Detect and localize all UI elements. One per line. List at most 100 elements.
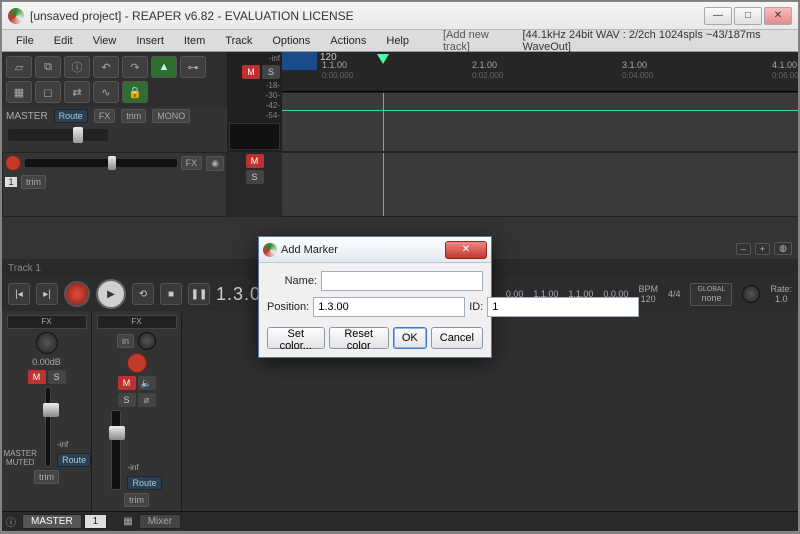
menu-file[interactable]: File: [6, 35, 44, 47]
mixer-t1-fx[interactable]: FX: [97, 315, 177, 329]
menu-actions[interactable]: Actions: [320, 35, 376, 47]
mixer-master-trim[interactable]: trim: [34, 470, 59, 484]
automation-mode[interactable]: none: [697, 293, 725, 303]
audio-device-status[interactable]: [44.1kHz 24bit WAV : 2/2ch 1024spls ~43/…: [522, 29, 798, 53]
menu-track[interactable]: Track: [215, 35, 262, 47]
mixer-master-solo[interactable]: S: [48, 370, 66, 384]
master-mute-button[interactable]: M: [242, 65, 260, 79]
mixer-master-mute[interactable]: M: [28, 370, 46, 384]
ruler-time: 0:00.000: [322, 71, 353, 80]
time-signature[interactable]: 4/4: [668, 289, 681, 299]
master-volume-fader[interactable]: [8, 129, 108, 141]
menu-help[interactable]: Help: [376, 35, 419, 47]
open-project-icon[interactable]: ⧉: [35, 56, 61, 78]
lock-icon[interactable]: 🔒: [122, 81, 148, 103]
master-fx-button[interactable]: FX: [94, 109, 116, 123]
snap-icon[interactable]: ◻: [35, 81, 61, 103]
menu-add-track[interactable]: [Add new track]: [433, 29, 522, 53]
master-track-lane[interactable]: [282, 92, 798, 152]
mixer-t1-fader[interactable]: [111, 410, 121, 490]
track-1-header[interactable]: FX ◉ 1 trim: [2, 152, 227, 217]
minimize-button[interactable]: —: [704, 7, 732, 25]
timeline-ruler[interactable]: 120 1.1.000:00.000 2.1.000:02.000 3.1.00…: [282, 52, 798, 92]
pause-button[interactable]: ❚❚: [188, 283, 210, 305]
track-input-icon[interactable]: ◉: [206, 156, 224, 171]
repeat-button[interactable]: ⟲: [132, 283, 154, 305]
zoom-knob-icon[interactable]: ◍: [774, 242, 792, 255]
zoom-out-button[interactable]: –: [736, 243, 751, 255]
menu-insert[interactable]: Insert: [126, 35, 174, 47]
save-project-icon[interactable]: ⓘ: [64, 56, 90, 78]
link-icon[interactable]: ⊶: [180, 56, 206, 78]
mixer-t1-input[interactable]: in: [117, 334, 134, 348]
track-trim-button[interactable]: trim: [21, 175, 46, 189]
rate-value[interactable]: 1.0: [770, 294, 792, 304]
marker-name-input[interactable]: [321, 271, 483, 291]
edit-cursor[interactable]: [383, 93, 384, 151]
menu-view[interactable]: View: [83, 35, 127, 47]
mixer-tab-master[interactable]: MASTER: [22, 514, 82, 529]
zoom-in-button[interactable]: +: [755, 243, 770, 255]
dialog-close-button[interactable]: ✕: [445, 241, 487, 259]
mixer-t1-pan-knob[interactable]: [138, 332, 156, 350]
new-project-icon[interactable]: ▱: [6, 56, 32, 78]
menu-options[interactable]: Options: [262, 35, 320, 47]
grid-icon[interactable]: ▦: [6, 81, 32, 103]
track-solo-button[interactable]: S: [246, 170, 264, 184]
ripple-icon[interactable]: ⇄: [64, 81, 90, 103]
ruler-time: 0:06.000: [772, 71, 798, 80]
track-mute-button[interactable]: M: [246, 154, 264, 168]
marker-id-input[interactable]: [487, 297, 639, 317]
mixer-dock-icon[interactable]: ▦: [119, 516, 136, 527]
mixer-t1-recarm[interactable]: [127, 353, 147, 373]
maximize-button[interactable]: □: [734, 7, 762, 25]
redo-icon[interactable]: ↷: [122, 56, 148, 78]
play-button[interactable]: ▶: [96, 279, 126, 309]
tempo-marker[interactable]: [282, 52, 317, 70]
undo-icon[interactable]: ↶: [93, 56, 119, 78]
automation-global-label: GLOBAL: [697, 286, 725, 293]
master-trim-button[interactable]: trim: [121, 109, 146, 123]
metronome-icon[interactable]: ▲: [151, 56, 177, 78]
reset-color-button[interactable]: Reset color: [329, 327, 389, 349]
cancel-button[interactable]: Cancel: [431, 327, 483, 349]
rate-knob[interactable]: [742, 285, 760, 303]
goto-end-button[interactable]: ▸|: [36, 283, 58, 305]
envelope-line[interactable]: [282, 110, 798, 111]
bpm-value[interactable]: 120: [638, 294, 658, 304]
mixer-t1-speaker-icon[interactable]: 🔈: [138, 376, 156, 390]
mixer-master-pan-knob[interactable]: [36, 332, 58, 354]
bottom-tab-mixer[interactable]: Mixer: [139, 514, 181, 529]
stop-button[interactable]: ■: [160, 283, 182, 305]
mixer-t1-mute[interactable]: M: [118, 376, 136, 390]
envelope-icon[interactable]: ∿: [93, 81, 119, 103]
mixer-master-fader[interactable]: [45, 387, 52, 467]
goto-start-button[interactable]: |◂: [8, 283, 30, 305]
master-solo-button[interactable]: S: [262, 65, 280, 79]
track-record-arm-button[interactable]: [5, 155, 21, 171]
mixer-tab-1[interactable]: 1: [84, 514, 108, 529]
track-1-lane[interactable]: [282, 152, 798, 217]
track-number: 1: [5, 177, 17, 187]
close-button[interactable]: ✕: [764, 7, 792, 25]
mixer-t1-route[interactable]: Route: [127, 476, 161, 490]
menu-item[interactable]: Item: [174, 35, 215, 47]
mixer-t1-phase-icon[interactable]: ø: [138, 393, 156, 407]
mixer-t1-solo[interactable]: S: [118, 393, 136, 407]
mixer-t1-trim[interactable]: trim: [124, 493, 149, 507]
mixer-master-fx[interactable]: FX: [7, 315, 87, 329]
marker-flag-icon[interactable]: [377, 54, 389, 64]
ok-button[interactable]: OK: [393, 327, 427, 349]
edit-cursor[interactable]: [383, 153, 384, 216]
track-fx-button[interactable]: FX: [181, 156, 203, 170]
track-volume-fader[interactable]: [25, 159, 177, 167]
menu-edit[interactable]: Edit: [44, 35, 83, 47]
dialog-titlebar[interactable]: Add Marker ✕: [259, 237, 491, 263]
master-mono-button[interactable]: MONO: [152, 109, 190, 123]
set-color-button[interactable]: Set color...: [267, 327, 325, 349]
master-route-button[interactable]: Route: [54, 109, 88, 123]
info-icon[interactable]: ⓘ: [2, 514, 20, 529]
record-button[interactable]: [64, 281, 90, 307]
mixer-master-route[interactable]: Route: [57, 453, 91, 467]
marker-position-input[interactable]: [313, 297, 465, 317]
